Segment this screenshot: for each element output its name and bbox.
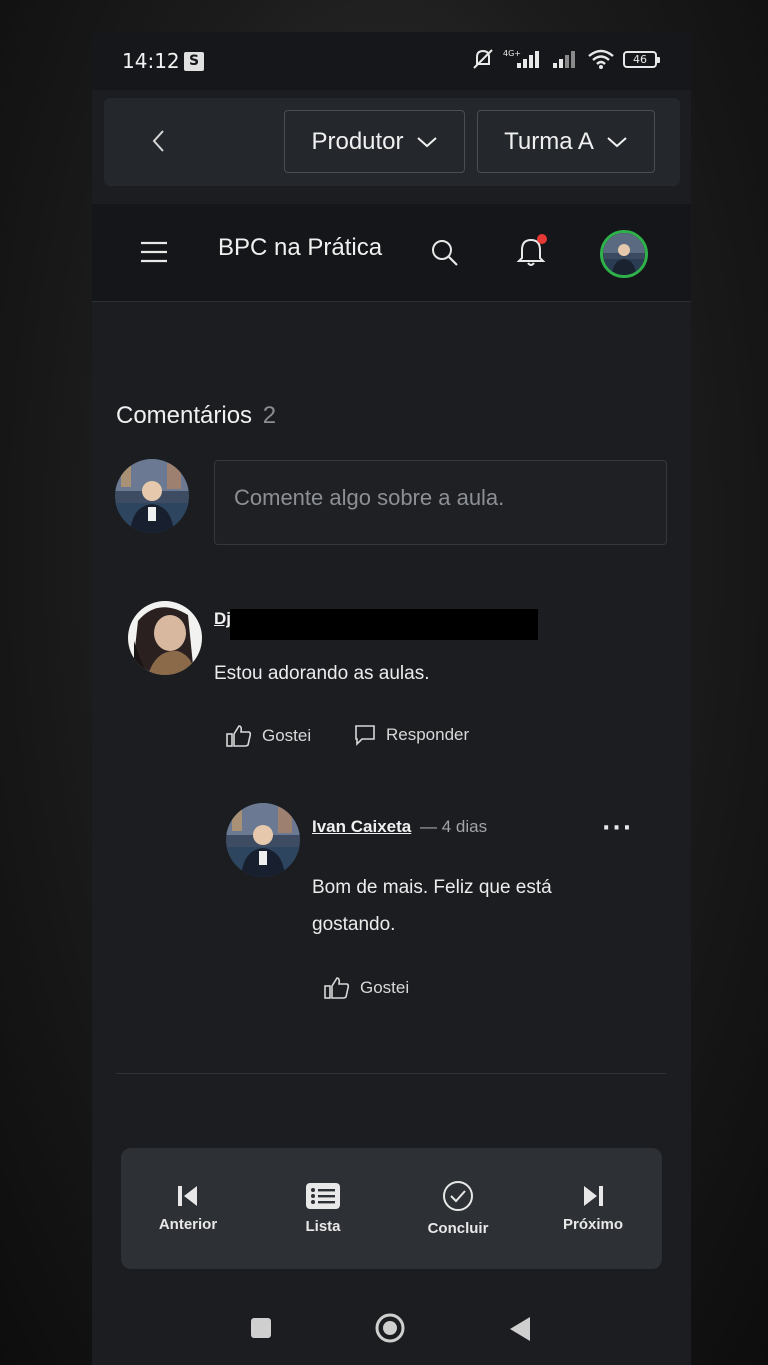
thumbs-up-icon — [324, 977, 350, 999]
selector-bar: Produtor Turma A — [104, 98, 680, 186]
complete-button[interactable]: Concluir — [398, 1148, 518, 1269]
like-label: Gostei — [262, 726, 312, 745]
reply-author-avatar-image — [226, 803, 300, 877]
notifications-button[interactable] — [516, 234, 548, 268]
status-time: 14:12 — [122, 49, 180, 73]
complete-label: Concluir — [427, 1220, 489, 1237]
s-badge-icon: S — [184, 52, 204, 71]
speech-bubble-icon — [355, 725, 375, 746]
reply-author-name[interactable]: Ivan Caixeta — [312, 817, 411, 837]
status-icons: 4G+ 46 — [471, 48, 660, 70]
role-dropdown-label: Produtor — [311, 127, 404, 155]
reply-button[interactable]: Responder — [354, 724, 469, 746]
role-dropdown[interactable]: Produtor — [284, 110, 465, 173]
square-icon[interactable] — [249, 1316, 273, 1340]
list-icon — [306, 1183, 340, 1209]
divider — [116, 1073, 666, 1074]
list-button[interactable]: Lista — [263, 1148, 383, 1269]
back-arrow-icon — [152, 130, 164, 152]
search-button[interactable] — [430, 238, 460, 268]
phone-screen: 14:12 S 4G+ 46 Produtor Turma A BPC na P… — [92, 32, 691, 1365]
comment-author-avatar-image — [128, 601, 202, 675]
triangle-back-icon[interactable] — [508, 1316, 532, 1342]
check-circle-icon — [443, 1181, 473, 1211]
wifi-icon — [588, 49, 614, 69]
next-button[interactable]: Próximo — [533, 1148, 653, 1269]
comment-author-avatar — [128, 601, 202, 675]
reply-label: Responder — [386, 725, 470, 744]
hamburger-icon — [141, 241, 167, 263]
previous-label: Anterior — [158, 1216, 218, 1233]
list-label: Lista — [305, 1218, 341, 1235]
skip-next-icon — [584, 1186, 603, 1206]
reply-time: — 4 dias — [420, 817, 488, 836]
comments-heading: Comentários 2 — [116, 402, 276, 430]
comment-input[interactable]: Comente algo sobre a aula. — [214, 460, 667, 545]
svg-text:4G+: 4G+ — [503, 49, 521, 58]
battery-icon: 46 — [623, 50, 660, 68]
comment-author-name[interactable]: Dj — [214, 609, 231, 629]
redaction-bar — [230, 609, 538, 640]
comment-text: Estou adorando as aulas. — [214, 663, 430, 684]
reply-like-button[interactable]: Gostei — [324, 976, 409, 1000]
chevron-down-icon — [607, 136, 627, 147]
menu-button[interactable] — [140, 240, 168, 264]
previous-button[interactable]: Anterior — [128, 1148, 248, 1269]
next-label: Próximo — [562, 1216, 623, 1233]
signal-4g-icon: 4G+ — [503, 49, 539, 68]
class-dropdown-label: Turma A — [504, 127, 594, 155]
app-title: BPC na Prática — [218, 234, 383, 261]
back-button[interactable] — [144, 124, 174, 158]
composer-avatar-image — [115, 459, 189, 533]
skip-previous-icon — [178, 1186, 197, 1206]
composer-avatar — [115, 459, 189, 533]
status-bar: 14:12 S 4G+ 46 — [92, 32, 691, 90]
thumbs-up-icon — [226, 725, 252, 747]
reply-author-avatar — [226, 803, 300, 877]
reply-text-line-2: gostando. — [312, 914, 396, 935]
search-icon — [432, 240, 458, 266]
more-icon[interactable]: ··· — [602, 816, 633, 841]
reply-like-label: Gostei — [360, 978, 410, 997]
circle-icon[interactable] — [374, 1312, 406, 1344]
comments-title: Comentários — [116, 402, 253, 429]
reply-text-line-1: Bom de mais. Feliz que está — [312, 877, 552, 898]
notification-dot — [537, 234, 547, 244]
mute-vibrate-icon — [473, 49, 493, 69]
like-button[interactable]: Gostei — [226, 724, 311, 748]
signal-icon — [553, 51, 575, 68]
bell-icon — [516, 234, 547, 266]
app-header: BPC na Prática — [92, 204, 691, 302]
user-avatar-image — [603, 233, 645, 275]
class-dropdown[interactable]: Turma A — [477, 110, 655, 173]
user-avatar[interactable] — [600, 230, 648, 278]
lesson-nav-bar: Anterior Lista Concluir Próximo — [121, 1148, 662, 1269]
chevron-down-icon — [416, 136, 437, 147]
comments-count: 2 — [262, 402, 277, 429]
system-navigation-bar — [92, 1294, 691, 1365]
